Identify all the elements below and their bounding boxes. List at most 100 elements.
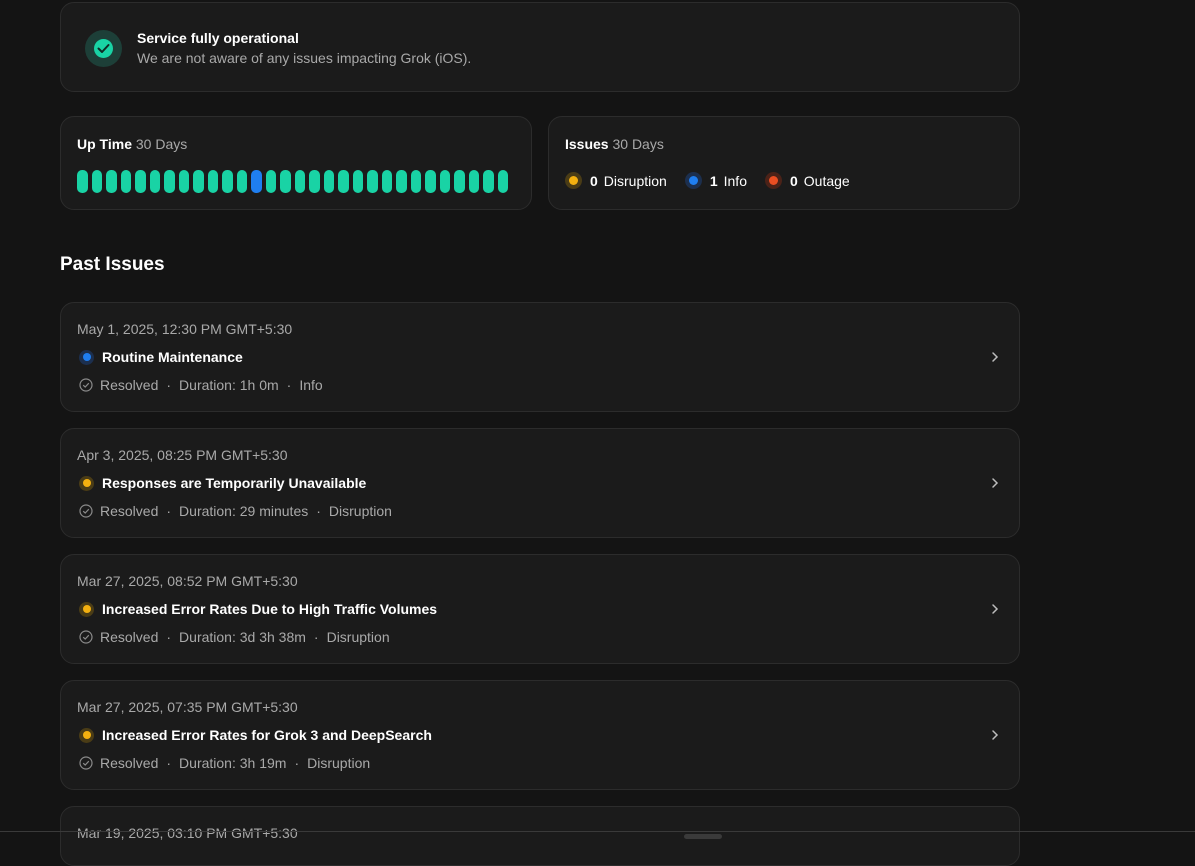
- issue-card[interactable]: Mar 27, 2025, 08:52 PM GMT+5:30 Increase…: [60, 554, 1020, 664]
- info-dot-icon: [684, 172, 702, 189]
- uptime-day-bar[interactable]: [236, 170, 247, 193]
- stat-label: Outage: [803, 172, 850, 189]
- uptime-day-bar[interactable]: [352, 170, 363, 193]
- issue-title-row: Increased Error Rates Due to High Traffi…: [79, 601, 437, 617]
- uptime-day-bar[interactable]: [454, 170, 465, 193]
- issue-card[interactable]: Apr 3, 2025, 08:25 PM GMT+5:30 Responses…: [60, 428, 1020, 538]
- issue-date: May 1, 2025, 12:30 PM GMT+5:30: [77, 321, 293, 337]
- status-description: We are not aware of any issues impacting…: [137, 50, 472, 66]
- separator-dot: ·: [294, 755, 300, 771]
- separator-dot: ·: [166, 629, 172, 645]
- issue-title-row: Responses are Temporarily Unavailable: [79, 475, 366, 491]
- stat-label: Info: [723, 172, 747, 189]
- issue-date: Mar 27, 2025, 07:35 PM GMT+5:30: [77, 699, 298, 715]
- separator-dot: ·: [316, 503, 321, 519]
- info-dot-icon: [79, 349, 94, 365]
- uptime-day-bar[interactable]: [396, 170, 407, 193]
- chevron-right-icon[interactable]: [991, 351, 999, 363]
- issues-period: 30 Days: [612, 136, 664, 152]
- check-circle-icon: [94, 39, 113, 58]
- stat-count: 0: [590, 172, 598, 189]
- issue-status: Resolved: [100, 629, 159, 645]
- disruption-dot-icon: [79, 601, 94, 617]
- uptime-day-bar[interactable]: [91, 170, 102, 193]
- disruption-dot-icon: [565, 172, 582, 189]
- separator-dot: ·: [313, 629, 319, 645]
- issue-title: Increased Error Rates for Grok 3 and Dee…: [102, 727, 432, 743]
- issue-duration: Duration: 29 minutes: [179, 503, 309, 519]
- stat-outage: 0 Outage: [764, 172, 850, 189]
- stat-label: Disruption: [603, 172, 667, 189]
- issue-type: Info: [299, 377, 323, 393]
- uptime-day-bar[interactable]: [309, 170, 320, 193]
- uptime-day-bar[interactable]: [193, 170, 204, 193]
- uptime-day-bar[interactable]: [120, 170, 131, 193]
- uptime-day-bar[interactable]: [367, 170, 378, 193]
- uptime-day-bar[interactable]: [410, 170, 421, 193]
- issue-card[interactable]: May 1, 2025, 12:30 PM GMT+5:30 Routine M…: [60, 302, 1020, 412]
- uptime-day-bar[interactable]: [222, 170, 233, 193]
- uptime-day-bar[interactable]: [149, 170, 160, 193]
- stat-disruption: 0 Disruption: [565, 172, 667, 189]
- scroll-handle[interactable]: [684, 834, 722, 839]
- past-issues-title: Past Issues: [60, 254, 165, 275]
- uptime-day-bar[interactable]: [381, 170, 392, 193]
- uptime-day-bar[interactable]: [77, 170, 88, 193]
- uptime-day-bar[interactable]: [135, 170, 146, 193]
- issue-card[interactable]: Mar 19, 2025, 03:10 PM GMT+5:30: [60, 806, 1020, 866]
- issue-title: Routine Maintenance: [102, 349, 243, 365]
- issues-heading: Issues 30 Days: [565, 136, 664, 152]
- issue-meta: Resolved · Duration: 29 minutes · Disrup…: [79, 503, 392, 519]
- issue-status: Resolved: [100, 377, 159, 393]
- resolved-check-icon: [79, 630, 93, 644]
- uptime-day-bar[interactable]: [439, 170, 450, 193]
- uptime-day-bar[interactable]: [251, 170, 262, 193]
- issue-type: Disruption: [328, 503, 392, 519]
- stat-info: 1 Info: [684, 172, 747, 189]
- issue-meta: Resolved · Duration: 1h 0m · Info: [79, 377, 323, 393]
- uptime-day-bar[interactable]: [338, 170, 349, 193]
- uptime-day-bar[interactable]: [207, 170, 218, 193]
- separator-dot: ·: [166, 503, 172, 519]
- uptime-day-bar[interactable]: [468, 170, 479, 193]
- issue-card[interactable]: Mar 27, 2025, 07:35 PM GMT+5:30 Increase…: [60, 680, 1020, 790]
- issue-duration: Duration: 3h 19m: [179, 755, 287, 771]
- uptime-bars: [77, 170, 508, 193]
- uptime-day-bar[interactable]: [178, 170, 189, 193]
- chevron-right-icon[interactable]: [991, 477, 999, 489]
- status-title: Service fully operational: [137, 30, 299, 46]
- separator-dot: ·: [166, 755, 172, 771]
- uptime-day-bar[interactable]: [265, 170, 276, 193]
- issue-meta: Resolved · Duration: 3d 3h 38m · Disrupt…: [79, 629, 390, 645]
- issue-stats: 0 Disruption 1 Info 0 Outage: [565, 172, 868, 189]
- issues-title: Issues: [565, 136, 609, 152]
- status-icon-wrap: [85, 30, 122, 67]
- issue-status: Resolved: [100, 503, 159, 519]
- uptime-period: 30 Days: [135, 136, 188, 152]
- bottom-divider: [0, 831, 1195, 832]
- uptime-day-bar[interactable]: [497, 170, 508, 193]
- separator-dot: ·: [166, 377, 172, 393]
- chevron-right-icon[interactable]: [991, 729, 999, 741]
- uptime-day-bar[interactable]: [106, 170, 117, 193]
- uptime-day-bar[interactable]: [483, 170, 494, 193]
- uptime-title: Up Time: [77, 136, 132, 152]
- uptime-card: Up Time 30 Days: [60, 116, 532, 210]
- issue-status: Resolved: [100, 755, 159, 771]
- uptime-day-bar[interactable]: [280, 170, 291, 193]
- resolved-check-icon: [79, 756, 93, 770]
- uptime-day-bar[interactable]: [425, 170, 436, 193]
- issue-type: Disruption: [326, 629, 390, 645]
- uptime-day-bar[interactable]: [323, 170, 334, 193]
- uptime-day-bar[interactable]: [294, 170, 305, 193]
- issue-title-row: Increased Error Rates for Grok 3 and Dee…: [79, 727, 432, 743]
- issue-duration: Duration: 1h 0m: [179, 377, 279, 393]
- disruption-dot-icon: [79, 475, 94, 491]
- chevron-right-icon[interactable]: [991, 603, 999, 615]
- uptime-day-bar[interactable]: [164, 170, 175, 193]
- issue-title: Responses are Temporarily Unavailable: [102, 475, 367, 491]
- issue-title: Increased Error Rates Due to High Traffi…: [102, 601, 438, 617]
- resolved-check-icon: [79, 378, 93, 392]
- issue-title-row: Routine Maintenance: [79, 349, 243, 365]
- stat-count: 1: [709, 172, 718, 189]
